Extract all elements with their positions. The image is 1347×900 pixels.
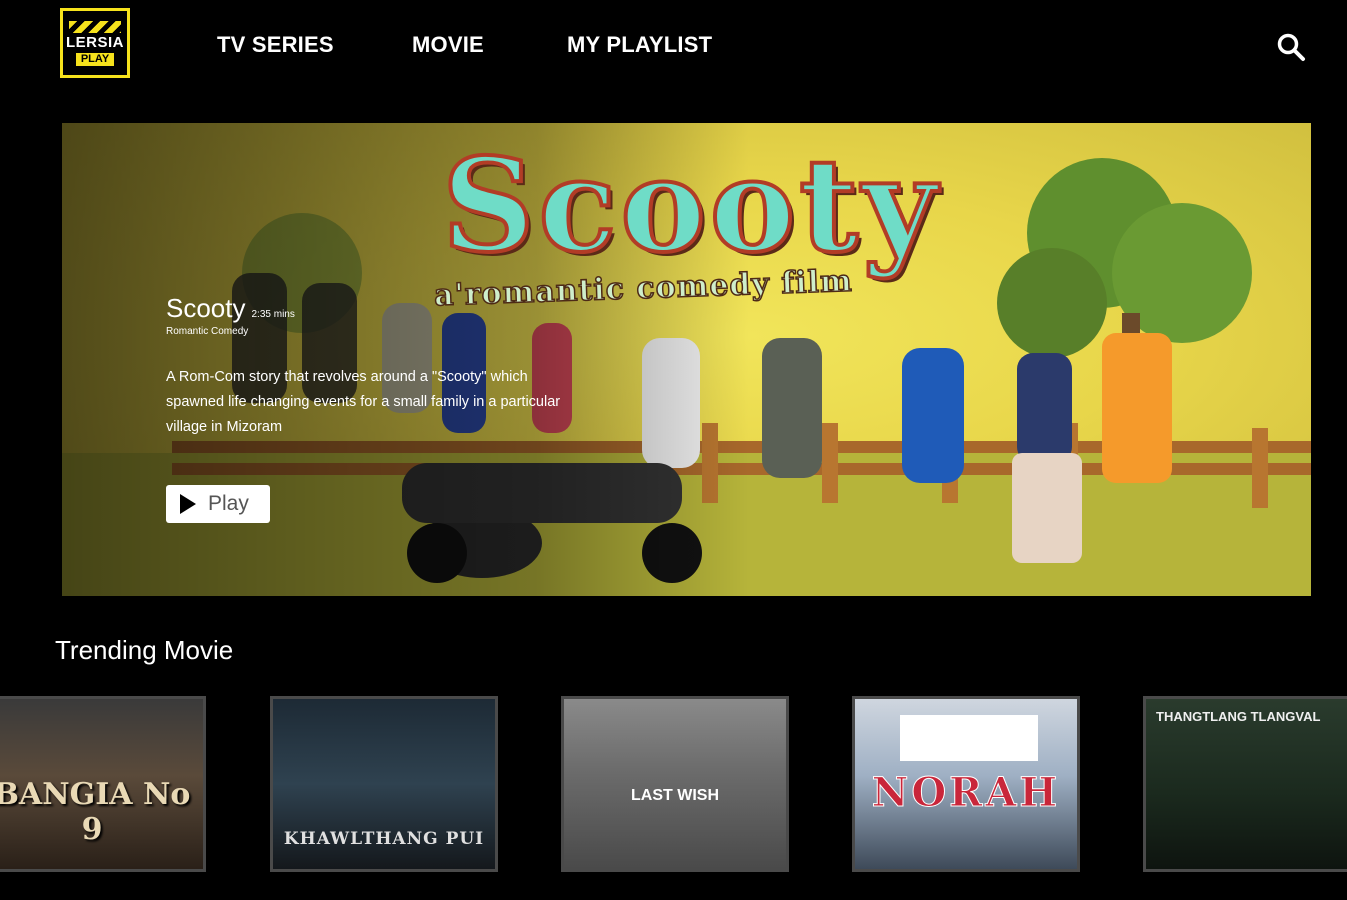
search-icon[interactable] (1276, 32, 1306, 62)
movie-card[interactable]: NORAH (852, 696, 1080, 872)
section-title-trending: Trending Movie (55, 635, 234, 665)
app-logo[interactable]: LERSIA PLAY (60, 8, 130, 78)
movie-card[interactable]: THANGTLANG TLANGVAL (1143, 696, 1347, 872)
movie-card[interactable]: KHAWLTHANG PUI (270, 696, 498, 872)
logo-subtext: PLAY (75, 52, 115, 66)
hero-duration: 2:35 mins (251, 309, 295, 320)
poster-title: BANGIA No 9 (0, 777, 191, 847)
poster-banner (900, 715, 1038, 761)
play-button[interactable]: Play (166, 485, 270, 523)
hero-banner[interactable]: Scooty a'romantic comedy film Scooty 2:35… (62, 123, 1311, 596)
poster-title: THANGTLANG TLANGVAL (1156, 709, 1321, 724)
logo-text: LERSIA (65, 33, 124, 51)
movie-card[interactable]: LAST WISH (561, 696, 789, 872)
hero-description: A Rom-Com story that revolves around a "… (166, 369, 561, 435)
movie-card[interactable]: BANGIA No 9 (0, 696, 206, 872)
poster-title: NORAH (871, 769, 1061, 817)
play-icon (180, 494, 196, 514)
nav-tv-series[interactable]: TV SERIES (217, 32, 334, 58)
hero-genre: Romantic Comedy (166, 326, 249, 337)
hero-title-row: Scooty 2:35 mins (166, 293, 586, 324)
hero-title: Scooty (166, 293, 246, 323)
clapperboard-icon (69, 20, 121, 33)
nav-my-playlist[interactable]: MY PLAYLIST (567, 32, 712, 58)
nav-movie[interactable]: MOVIE (412, 32, 484, 58)
poster-title: LAST WISH (631, 787, 719, 804)
hero-info: Scooty 2:35 mins Romantic Comedy A Rom-Co… (166, 293, 586, 440)
hero-logo-art: Scooty (440, 129, 941, 283)
poster-title: KHAWLTHANG PUI (283, 829, 485, 849)
play-button-label: Play (208, 492, 249, 515)
